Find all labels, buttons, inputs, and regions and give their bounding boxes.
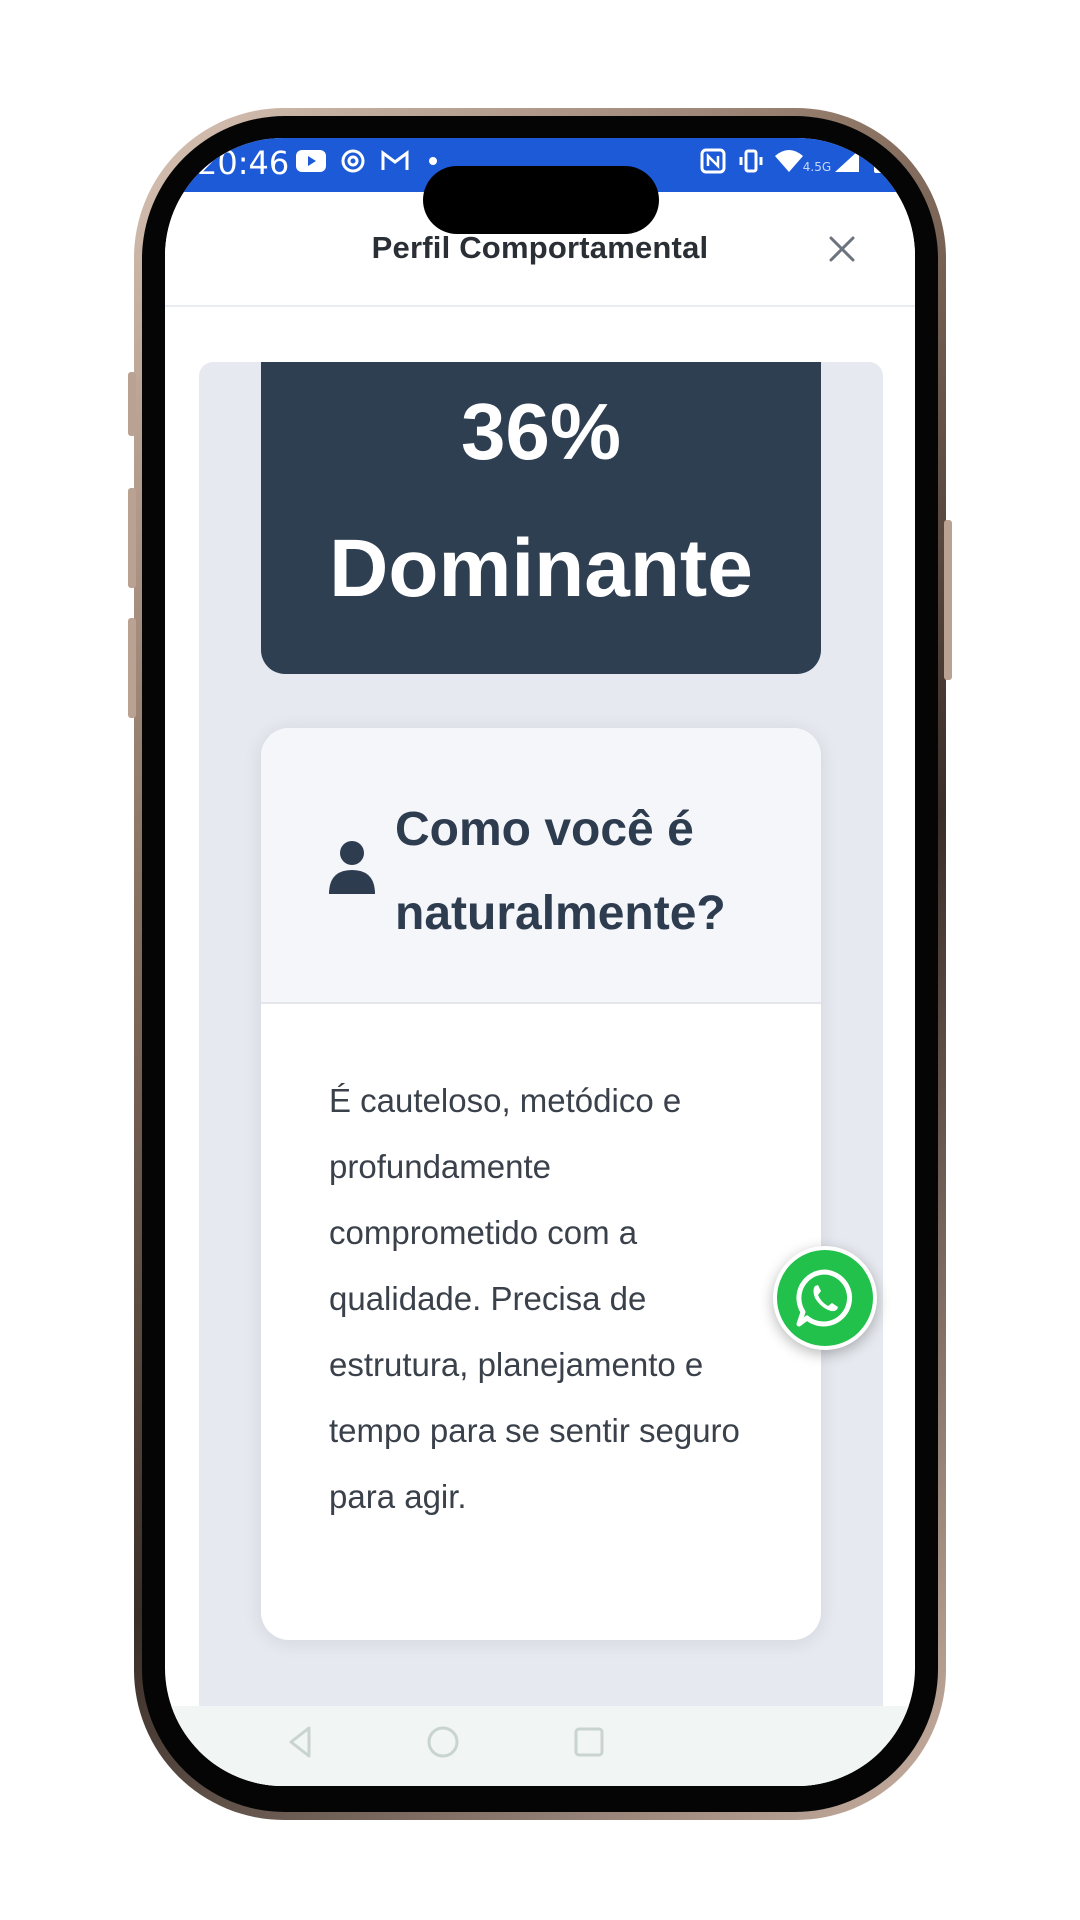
whatsapp-icon xyxy=(796,1269,853,1327)
status-time: 20:46 xyxy=(197,144,290,182)
volume-up-button xyxy=(128,488,136,588)
openai-icon xyxy=(337,146,369,176)
signal-icon xyxy=(831,146,863,176)
info-card-description: É cauteloso, metódico e profundamente co… xyxy=(329,1082,740,1515)
result-card: 36% Dominante xyxy=(261,362,821,674)
recents-icon[interactable] xyxy=(571,1724,607,1760)
whatsapp-button[interactable] xyxy=(773,1246,877,1350)
gmail-icon xyxy=(379,146,411,176)
power-button xyxy=(944,520,952,680)
close-icon xyxy=(829,236,855,262)
close-button[interactable] xyxy=(825,232,859,266)
action-button xyxy=(128,372,136,436)
nfc-icon xyxy=(697,146,729,176)
network-type-label: 4.5G xyxy=(802,160,832,174)
result-profile: Dominante xyxy=(329,523,753,614)
vibrate-icon xyxy=(735,146,767,176)
person-icon xyxy=(329,841,375,894)
back-icon[interactable] xyxy=(283,1724,319,1760)
home-icon[interactable] xyxy=(425,1724,461,1760)
youtube-icon xyxy=(295,146,327,176)
page-title: Perfil Comportamental xyxy=(371,230,709,265)
result-percent: 36% xyxy=(460,387,622,476)
info-card-question: Como você é naturalmente? xyxy=(395,803,726,940)
dynamic-island xyxy=(423,166,659,234)
info-card: Como você é naturalmente? É cauteloso, m… xyxy=(261,728,821,1640)
navigation-bar xyxy=(165,1706,915,1786)
volume-down-button xyxy=(128,618,136,718)
info-card-header: Como você é naturalmente? xyxy=(261,728,821,1004)
phone-screen: 20:46 4.5G Perfil Comportamental 36% Dom… xyxy=(165,138,915,1786)
battery-icon xyxy=(865,146,897,176)
profile-content[interactable]: 36% Dominante Como você é naturalmente? … xyxy=(199,362,883,1786)
